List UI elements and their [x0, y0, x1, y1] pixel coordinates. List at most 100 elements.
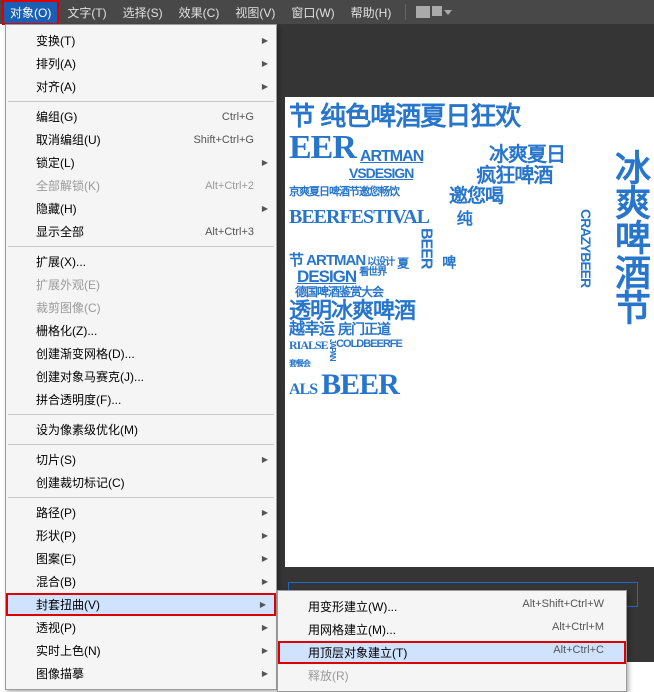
menu-item: 扩展外观(E)	[6, 273, 276, 296]
menu-item[interactable]: 栅格化(Z)...	[6, 319, 276, 342]
menu-separator	[8, 497, 274, 498]
menu-item[interactable]: 切片(S)	[6, 448, 276, 471]
submenu-item[interactable]: 用顶层对象建立(T)Alt+Ctrl+C	[278, 641, 626, 664]
chevron-down-icon	[444, 10, 452, 15]
art-text: 纯	[453, 210, 470, 225]
submenu-item-shortcut: Alt+Shift+Ctrl+W	[522, 598, 604, 615]
art-text: BEER	[321, 369, 399, 401]
menu-window[interactable]: 窗口(W)	[283, 0, 342, 25]
art-text: 冰爽夏日	[489, 145, 565, 166]
art-text: 德国啤酒鉴赏大会	[295, 286, 651, 299]
art-text: ALS	[289, 382, 317, 399]
art-text: 套餐会	[289, 360, 310, 368]
menu-item[interactable]: 对齐(A)	[6, 75, 276, 98]
layout-icon	[432, 6, 442, 16]
submenu-item-label: 释放(R)	[308, 667, 349, 684]
artwork-text-collage: 节 纯色啤酒夏日狂欢 EER ARTMAN 冰爽啤酒节 冰爽夏日 VSDESIG…	[285, 97, 654, 567]
menu-item: 全部解锁(K)Alt+Ctrl+2	[6, 174, 276, 197]
menu-separator	[8, 246, 274, 247]
menu-item[interactable]: 编组(G)Ctrl+G	[6, 105, 276, 128]
submenu-item-label: 用网格建立(M)...	[308, 621, 396, 638]
menu-item[interactable]: 实时上色(N)	[6, 639, 276, 662]
menubar-separator	[405, 4, 406, 20]
menu-separator	[8, 444, 274, 445]
menubar: 对象(O) 文字(T) 选择(S) 效果(C) 视图(V) 窗口(W) 帮助(H…	[0, 0, 654, 24]
submenu-item[interactable]: 用网格建立(M)...Alt+Ctrl+M	[278, 618, 626, 641]
menu-item[interactable]: 隐藏(H)	[6, 197, 276, 220]
menu-item[interactable]: 创建裁切标记(C)	[6, 471, 276, 494]
menu-item[interactable]: 图像描摹	[6, 662, 276, 685]
art-text: BEERFESTIVAL	[289, 207, 429, 228]
art-text: VSDESIGN	[349, 166, 413, 187]
menu-item-label: 显示全部	[36, 223, 205, 240]
menu-item-label: 取消编组(U)	[36, 131, 193, 148]
menu-view[interactable]: 视图(V)	[227, 0, 283, 25]
menu-item[interactable]: 图案(E)	[6, 547, 276, 570]
art-text: 邀您喝	[449, 187, 503, 207]
menu-item-label: 创建对象马赛克(J)...	[36, 368, 254, 385]
menu-item-label: 透视(P)	[36, 619, 254, 636]
canvas-artboard[interactable]: 节 纯色啤酒夏日狂欢 EER ARTMAN 冰爽啤酒节 冰爽夏日 VSDESIG…	[285, 97, 654, 567]
menu-type[interactable]: 文字(T)	[59, 0, 114, 25]
menu-help[interactable]: 帮助(H)	[343, 0, 400, 25]
menu-item[interactable]: 取消编组(U)Shift+Ctrl+G	[6, 128, 276, 151]
menu-item[interactable]: 扩展(X)...	[6, 250, 276, 273]
art-text: 庑门正道	[338, 322, 390, 339]
menu-item-label: 实时上色(N)	[36, 642, 254, 659]
menu-item[interactable]: 创建对象马赛克(J)...	[6, 365, 276, 388]
menu-item[interactable]: 设为像素级优化(M)	[6, 418, 276, 441]
menu-item[interactable]: 创建渐变网格(D)...	[6, 342, 276, 365]
menu-item[interactable]: 锁定(L)	[6, 151, 276, 174]
menu-item-label: 形状(P)	[36, 527, 254, 544]
menu-item-shortcut: Ctrl+G	[222, 111, 254, 123]
art-text: ARTMAN	[360, 149, 423, 166]
workspace-switcher[interactable]	[416, 6, 452, 18]
art-text: 越幸运	[289, 322, 334, 339]
object-menu-dropdown: 变换(T)排列(A)对齐(A)编组(G)Ctrl+G取消编组(U)Shift+C…	[5, 24, 277, 690]
art-text-vertical: 冰爽啤酒节	[611, 149, 649, 449]
menu-item[interactable]: 排列(A)	[6, 52, 276, 75]
menu-item[interactable]: 形状(P)	[6, 524, 276, 547]
submenu-item: 释放(R)	[278, 664, 626, 687]
art-text: EER	[289, 130, 356, 166]
menu-item-label: 拼合透明度(F)...	[36, 391, 254, 408]
menu-separator	[8, 101, 274, 102]
menu-effect[interactable]: 效果(C)	[171, 0, 228, 25]
menu-item: 裁剪图像(C)	[6, 296, 276, 319]
menu-item-label: 图像描摹	[36, 665, 254, 682]
menu-item-label: 编组(G)	[36, 108, 222, 125]
menu-item-label: 裁剪图像(C)	[36, 299, 254, 316]
art-text: JAPAN	[328, 339, 336, 361]
art-text: BEER	[417, 228, 434, 268]
art-text: 节 ARTMAN	[289, 253, 365, 269]
menu-item-label: 封套扭曲(V)	[36, 596, 254, 613]
menu-item-label: 扩展(X)...	[36, 253, 254, 270]
menu-object[interactable]: 对象(O)	[2, 0, 59, 25]
menu-item-label: 锁定(L)	[36, 154, 254, 171]
menu-item-label: 扩展外观(E)	[36, 276, 254, 293]
menu-item-label: 隐藏(H)	[36, 200, 254, 217]
menu-separator	[8, 414, 274, 415]
menu-item[interactable]: 封套扭曲(V)	[6, 593, 276, 616]
menu-item-label: 对齐(A)	[36, 78, 254, 95]
menu-item[interactable]: 显示全部Alt+Ctrl+3	[6, 220, 276, 243]
menu-item[interactable]: 拼合透明度(F)...	[6, 388, 276, 411]
menu-item-shortcut: Alt+Ctrl+3	[205, 226, 254, 238]
menu-item-label: 切片(S)	[36, 451, 254, 468]
menu-select[interactable]: 选择(S)	[115, 0, 171, 25]
menu-item[interactable]: 透视(P)	[6, 616, 276, 639]
menu-item-label: 图案(E)	[36, 550, 254, 567]
layout-icon	[416, 6, 430, 18]
menu-item[interactable]: 变换(T)	[6, 29, 276, 52]
art-text: 疯狂啤酒	[476, 166, 552, 187]
art-text: 透明冰爽啤酒	[289, 299, 651, 322]
submenu-item[interactable]: 用变形建立(W)...Alt+Shift+Ctrl+W	[278, 595, 626, 618]
menu-item-shortcut: Shift+Ctrl+G	[193, 134, 254, 146]
art-text: DESIGN	[297, 268, 356, 286]
menu-item[interactable]: 混合(B)	[6, 570, 276, 593]
submenu-item-label: 用顶层对象建立(T)	[308, 644, 407, 661]
menu-item-label: 排列(A)	[36, 55, 254, 72]
menu-item-label: 路径(P)	[36, 504, 254, 521]
art-text: 节 纯色啤酒夏日狂欢	[289, 103, 651, 130]
menu-item[interactable]: 路径(P)	[6, 501, 276, 524]
